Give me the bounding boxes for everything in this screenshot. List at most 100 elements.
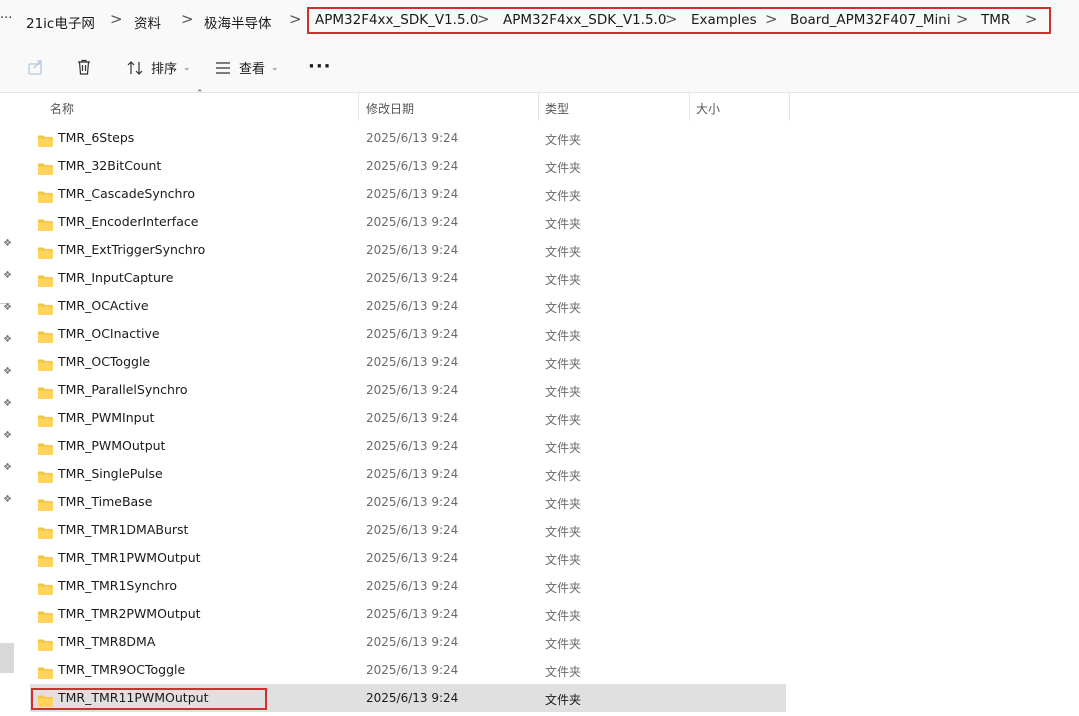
nav-selected-item[interactable] xyxy=(0,643,14,673)
file-name[interactable]: TMR_TMR1PWMOutput xyxy=(58,550,201,565)
breadcrumb-separator[interactable]: > xyxy=(289,10,302,28)
file-row[interactable]: TMR_OCActive 2025/6/13 9:24 文件夹 xyxy=(30,292,786,320)
file-modified-date: 2025/6/13 9:24 xyxy=(366,691,459,705)
file-type: 文件夹 xyxy=(545,301,582,315)
share-button[interactable] xyxy=(27,58,45,76)
file-row[interactable]: TMR_TMR1DMABurst 2025/6/13 9:24 文件夹 xyxy=(30,516,786,544)
breadcrumb-separator[interactable]: > xyxy=(765,10,778,28)
breadcrumb-item-sdk[interactable]: APM32F4xx_SDK_V1.5.0 xyxy=(315,12,478,28)
file-name[interactable]: TMR_TMR9OCToggle xyxy=(58,662,185,677)
file-name[interactable]: TMR_TMR1Synchro xyxy=(58,578,177,593)
file-name[interactable]: TMR_OCInactive xyxy=(58,326,160,341)
file-name[interactable]: TMR_TMR2PWMOutput xyxy=(58,606,201,621)
sort-button[interactable]: 排序 ⌄ xyxy=(126,58,191,77)
file-row[interactable]: TMR_InputCapture 2025/6/13 9:24 文件夹 xyxy=(30,264,786,292)
file-name[interactable]: TMR_32BitCount xyxy=(58,158,161,173)
breadcrumb-item-ziliao[interactable]: 资料 xyxy=(134,12,161,32)
address-bar: ··· 21ic电子网 > 资料 > 极海半导体 > APM32F4xx_SDK… xyxy=(0,0,1079,42)
pin-icon[interactable]: ❖ xyxy=(3,462,12,473)
file-type: 文件夹 xyxy=(545,609,582,623)
file-type: 文件夹 xyxy=(545,497,582,511)
breadcrumb-separator[interactable]: > xyxy=(956,10,969,28)
breadcrumb-separator[interactable]: > xyxy=(1025,10,1038,28)
breadcrumb-separator[interactable]: > xyxy=(477,10,490,28)
column-header-name[interactable]: 名称 xyxy=(30,93,358,121)
file-name[interactable]: TMR_ParallelSynchro xyxy=(58,382,187,397)
file-row[interactable]: TMR_PWMOutput 2025/6/13 9:24 文件夹 xyxy=(30,432,786,460)
file-name[interactable]: TMR_SinglePulse xyxy=(58,466,163,481)
file-row[interactable]: TMR_TMR9OCToggle 2025/6/13 9:24 文件夹 xyxy=(30,656,786,684)
breadcrumb-item-geehy[interactable]: 极海半导体 xyxy=(204,12,272,32)
file-type: 文件夹 xyxy=(545,693,582,707)
file-name[interactable]: TMR_TMR8DMA xyxy=(58,634,155,649)
folder-icon xyxy=(38,524,53,539)
file-row[interactable]: TMR_32BitCount 2025/6/13 9:24 文件夹 xyxy=(30,152,786,180)
file-type: 文件夹 xyxy=(545,217,582,231)
pin-icon[interactable]: ❖ xyxy=(3,398,12,409)
view-button[interactable]: 查看 ⌄ xyxy=(214,58,279,77)
file-row[interactable]: TMR_TMR2PWMOutput 2025/6/13 9:24 文件夹 xyxy=(30,600,786,628)
file-type: 文件夹 xyxy=(545,525,582,539)
column-header-size[interactable]: 大小 xyxy=(690,93,789,121)
file-modified-date: 2025/6/13 9:24 xyxy=(366,215,459,229)
breadcrumb-item-sdk-inner[interactable]: APM32F4xx_SDK_V1.5.0 xyxy=(503,12,666,28)
pin-icon[interactable]: ❖ xyxy=(3,270,12,281)
folder-icon xyxy=(38,132,53,147)
file-name[interactable]: TMR_6Steps xyxy=(58,130,134,145)
delete-button[interactable] xyxy=(75,58,93,76)
file-type: 文件夹 xyxy=(545,273,582,287)
breadcrumb-overflow[interactable]: ··· xyxy=(0,11,12,26)
column-header-modified[interactable]: 修改日期 xyxy=(359,93,538,121)
file-name[interactable]: TMR_TMR1DMABurst xyxy=(58,522,188,537)
file-row[interactable]: TMR_ExtTriggerSynchro 2025/6/13 9:24 文件夹 xyxy=(30,236,786,264)
file-row[interactable]: TMR_OCInactive 2025/6/13 9:24 文件夹 xyxy=(30,320,786,348)
breadcrumb-item-examples[interactable]: Examples xyxy=(691,12,757,28)
file-row[interactable]: TMR_TMR1PWMOutput 2025/6/13 9:24 文件夹 xyxy=(30,544,786,572)
file-row[interactable]: TMR_SinglePulse 2025/6/13 9:24 文件夹 xyxy=(30,460,786,488)
breadcrumb-separator[interactable]: > xyxy=(181,10,194,28)
column-divider[interactable] xyxy=(789,93,790,121)
file-modified-date: 2025/6/13 9:24 xyxy=(366,439,459,453)
breadcrumb-item-21ic[interactable]: 21ic电子网 xyxy=(26,12,95,32)
file-row[interactable]: TMR_CascadeSynchro 2025/6/13 9:24 文件夹 xyxy=(30,180,786,208)
more-options-button[interactable]: ··· xyxy=(308,56,332,77)
file-name[interactable]: TMR_EncoderInterface xyxy=(58,214,198,229)
file-name[interactable]: TMR_TimeBase xyxy=(58,494,152,509)
folder-icon xyxy=(38,580,53,595)
view-label: 查看 xyxy=(239,62,266,77)
pin-icon[interactable]: ❖ xyxy=(3,334,12,345)
file-name[interactable]: TMR_PWMOutput xyxy=(58,438,165,453)
folder-icon xyxy=(38,664,53,679)
file-row[interactable]: TMR_OCToggle 2025/6/13 9:24 文件夹 xyxy=(30,348,786,376)
breadcrumb-separator[interactable]: > xyxy=(110,10,123,28)
breadcrumb-item-board[interactable]: Board_APM32F407_Mini xyxy=(790,12,951,28)
pin-icon[interactable]: ❖ xyxy=(3,494,12,505)
pin-icon[interactable]: ❖ xyxy=(3,430,12,441)
file-name[interactable]: TMR_OCActive xyxy=(58,298,149,313)
file-row[interactable]: TMR_TMR11PWMOutput 2025/6/13 9:24 文件夹 xyxy=(30,684,786,712)
file-name[interactable]: TMR_PWMInput xyxy=(58,410,154,425)
file-row[interactable]: TMR_TimeBase 2025/6/13 9:24 文件夹 xyxy=(30,488,786,516)
file-modified-date: 2025/6/13 9:24 xyxy=(366,663,459,677)
file-row[interactable]: TMR_EncoderInterface 2025/6/13 9:24 文件夹 xyxy=(30,208,786,236)
pin-icon[interactable]: ❖ xyxy=(3,238,12,249)
file-row[interactable]: TMR_TMR8DMA 2025/6/13 9:24 文件夹 xyxy=(30,628,786,656)
file-name[interactable]: TMR_InputCapture xyxy=(58,270,173,285)
file-name[interactable]: TMR_CascadeSynchro xyxy=(58,186,195,201)
pin-icon[interactable]: ❖ xyxy=(3,302,12,313)
share-icon xyxy=(27,58,45,76)
file-modified-date: 2025/6/13 9:24 xyxy=(366,467,459,481)
file-row[interactable]: TMR_ParallelSynchro 2025/6/13 9:24 文件夹 xyxy=(30,376,786,404)
file-type: 文件夹 xyxy=(545,329,582,343)
file-name[interactable]: TMR_TMR11PWMOutput xyxy=(58,690,208,705)
breadcrumb-item-tmr[interactable]: TMR xyxy=(981,12,1010,28)
file-name[interactable]: TMR_OCToggle xyxy=(58,354,150,369)
file-row[interactable]: TMR_PWMInput 2025/6/13 9:24 文件夹 xyxy=(30,404,786,432)
chevron-down-icon: ⌄ xyxy=(271,62,279,73)
file-name[interactable]: TMR_ExtTriggerSynchro xyxy=(58,242,205,257)
file-row[interactable]: TMR_6Steps 2025/6/13 9:24 文件夹 xyxy=(30,124,786,152)
pin-icon[interactable]: ❖ xyxy=(3,366,12,377)
column-header-type[interactable]: 类型 xyxy=(539,93,689,121)
file-row[interactable]: TMR_TMR1Synchro 2025/6/13 9:24 文件夹 xyxy=(30,572,786,600)
breadcrumb-separator[interactable]: > xyxy=(665,10,678,28)
